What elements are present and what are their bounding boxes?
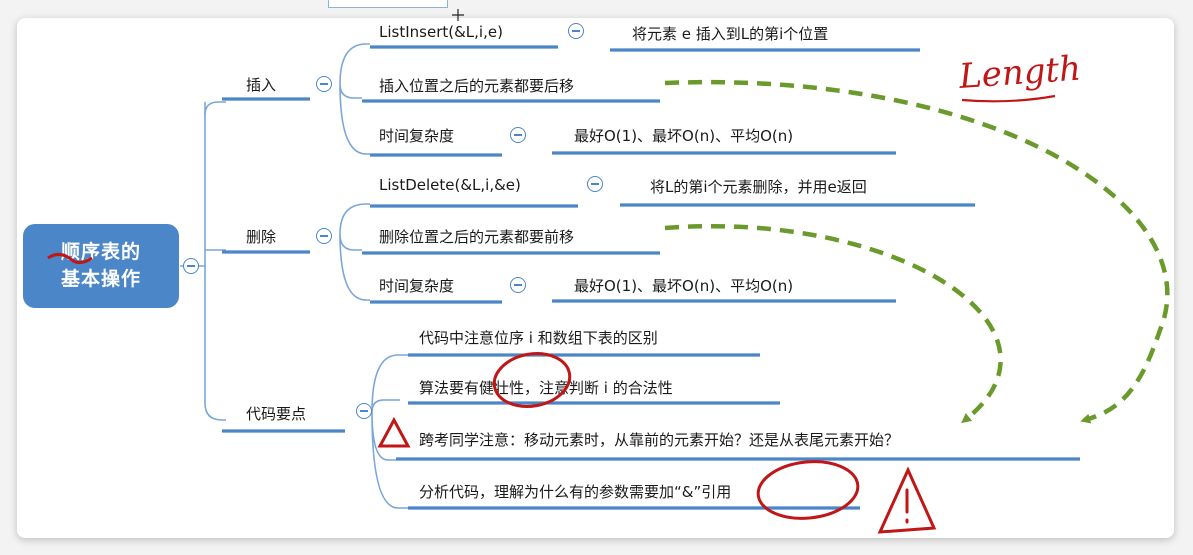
connector-insert-children — [339, 43, 370, 155]
insert-item-1-detail[interactable]: 将元素 e 插入到L的第i个位置 — [632, 23, 828, 44]
delete-collapse-icon[interactable] — [316, 228, 332, 244]
crosshair-cursor-icon — [452, 9, 464, 21]
delete-3-collapse-icon[interactable] — [510, 277, 526, 293]
branch-code[interactable]: 代码要点 — [246, 403, 306, 424]
code-item-1[interactable]: 代码中注意位序 i 和数组下表的区别 — [419, 327, 658, 348]
delete-item-1-detail[interactable]: 将L的第i个元素删除，并用e返回 — [650, 176, 867, 197]
insert-3-collapse-icon[interactable] — [510, 127, 526, 143]
insert-item-2[interactable]: 插入位置之后的元素都要后移 — [379, 75, 574, 96]
connector-root — [180, 102, 206, 403]
delete-item-3[interactable]: 时间复杂度 — [379, 275, 454, 296]
delete-1-collapse-icon[interactable] — [587, 176, 603, 192]
delete-item-2[interactable]: 删除位置之后的元素都要前移 — [379, 226, 574, 247]
insert-item-1[interactable]: ListInsert(&L,i,e) — [379, 23, 503, 41]
code-collapse-icon[interactable] — [356, 403, 372, 419]
branch-insert[interactable]: 插入 — [246, 74, 276, 95]
delete-item-1[interactable]: ListDelete(&L,i,&e) — [379, 176, 521, 194]
root-collapse-icon[interactable] — [183, 258, 199, 274]
root-line-1: 顺序表的 — [60, 241, 141, 263]
connector-insert — [204, 101, 226, 116]
root-node[interactable]: 顺序表的 基本操作 — [23, 224, 179, 308]
toolbar-fragment[interactable] — [328, 0, 448, 8]
branch-delete[interactable]: 删除 — [246, 226, 276, 247]
code-item-4[interactable]: 分析代码，理解为什么有的参数需要加“&”引用 — [419, 481, 731, 502]
connector-code-children — [371, 354, 408, 509]
insert-item-3[interactable]: 时间复杂度 — [379, 125, 454, 146]
delete-item-3-detail[interactable]: 最好O(1)、最坏O(n)、平均O(n) — [574, 275, 793, 296]
root-line-2: 基本操作 — [60, 268, 141, 290]
code-item-3[interactable]: 跨考同学注意：移动元素时，从靠前的元素开始？还是从表尾元素开始？ — [419, 429, 899, 450]
insert-item-3-detail[interactable]: 最好O(1)、最坏O(n)、平均O(n) — [574, 125, 793, 146]
code-item-2[interactable]: 算法要有健壮性，注意判断 i 的合法性 — [419, 377, 673, 398]
connector-code — [204, 402, 226, 421]
insert-collapse-icon[interactable] — [316, 76, 332, 92]
insert-1-collapse-icon[interactable] — [568, 23, 584, 39]
